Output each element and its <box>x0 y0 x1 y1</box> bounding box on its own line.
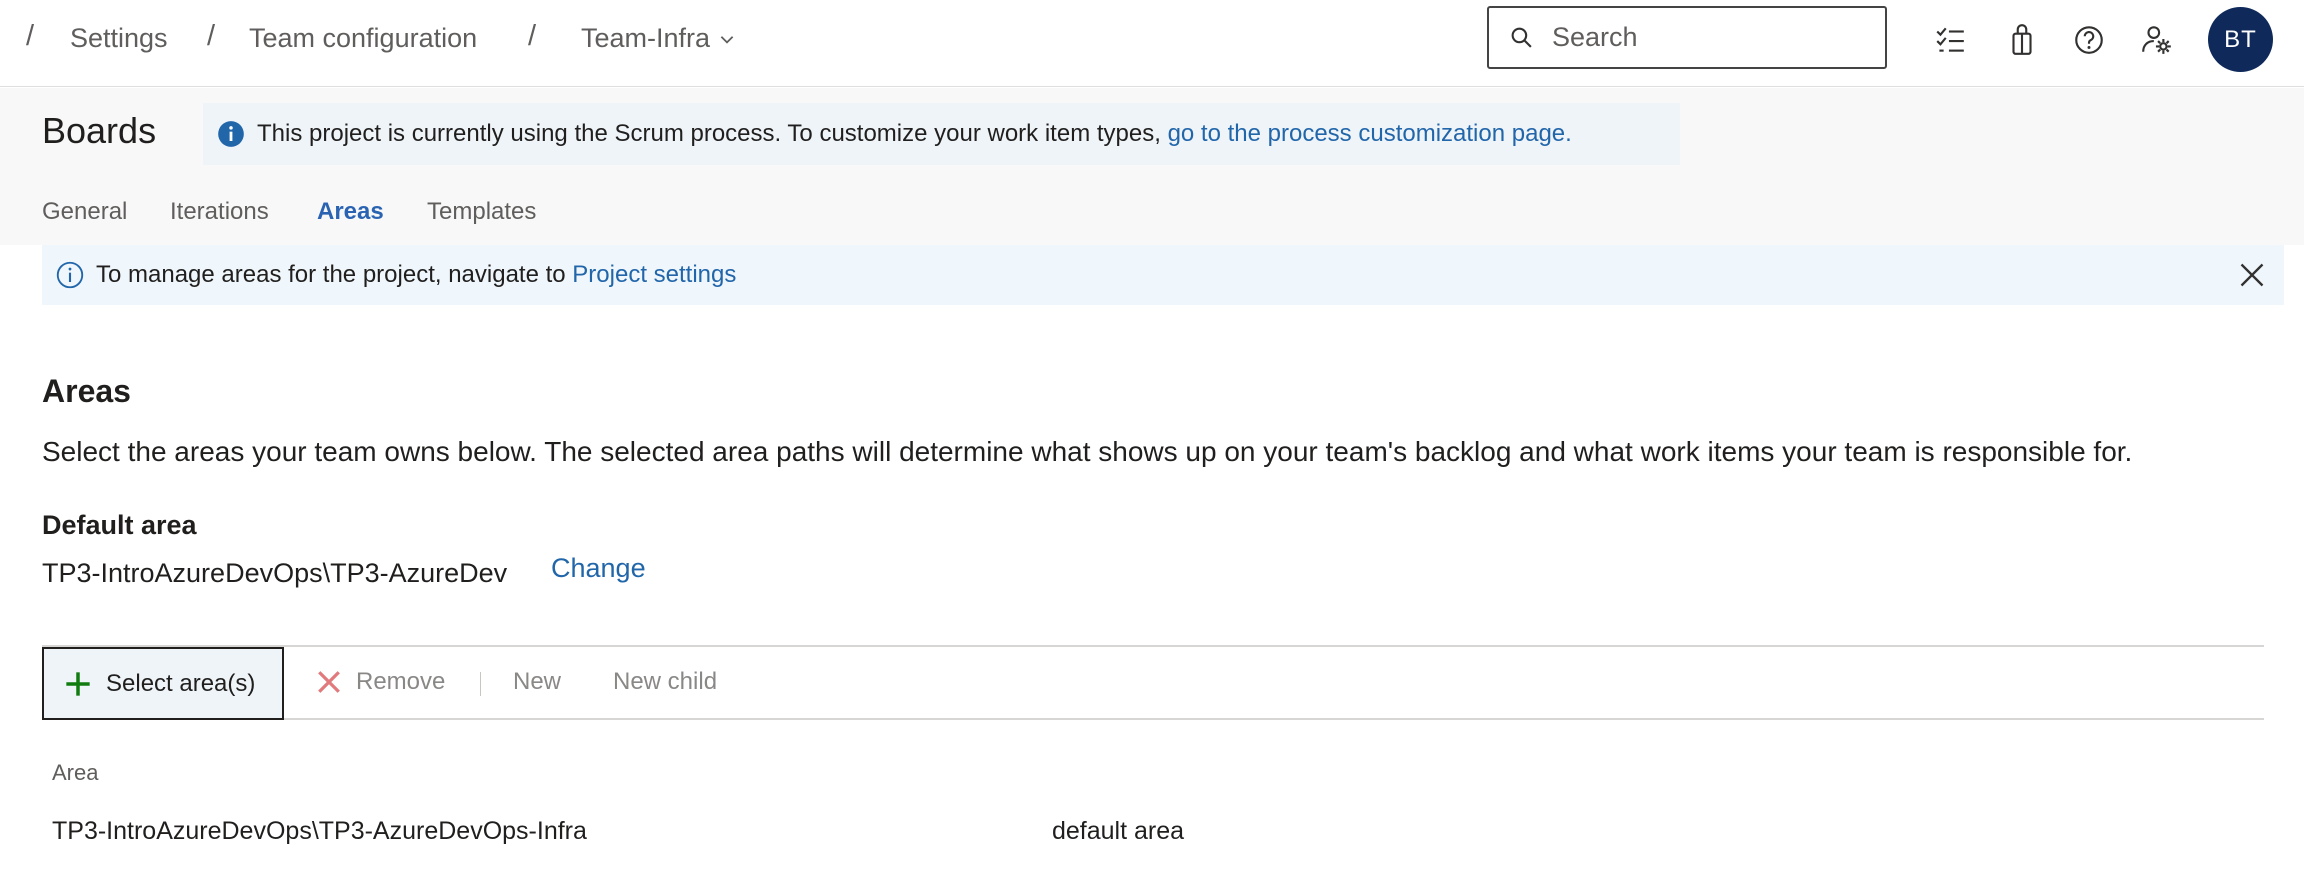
search-input[interactable] <box>1552 22 1872 53</box>
select-areas-button[interactable]: Select area(s) <box>42 647 284 720</box>
tab-areas[interactable]: Areas <box>317 198 384 226</box>
top-bar: / Settings / Team configuration / Team-I… <box>0 0 2304 87</box>
tab-general[interactable]: General <box>42 198 127 226</box>
default-area-value: TP3-IntroAzureDevOps\TP3-AzureDev <box>42 558 508 588</box>
user-settings-icon[interactable] <box>2139 22 2175 58</box>
new-child-button[interactable]: New child <box>613 668 717 696</box>
tab-iterations[interactable]: Iterations <box>170 198 269 226</box>
select-areas-label: Select area(s) <box>106 669 256 697</box>
section-description: Select the areas your team owns below. T… <box>42 436 2133 467</box>
section-title: Areas <box>42 373 131 409</box>
tab-templates[interactable]: Templates <box>427 198 536 226</box>
remove-button[interactable]: Remove <box>316 668 445 696</box>
info-icon <box>218 121 244 147</box>
breadcrumb-team-dropdown[interactable]: Team-Infra <box>581 23 736 54</box>
search-box[interactable] <box>1487 6 1887 69</box>
breadcrumb-separator: / <box>528 20 537 52</box>
info-bar-text: To manage areas for the project, navigat… <box>96 261 566 288</box>
table-row-default-note: default area <box>1052 817 1185 845</box>
remove-label: Remove <box>356 668 446 695</box>
page-title: Boards <box>42 110 157 151</box>
new-child-label: New child <box>613 668 718 695</box>
process-banner: This project is currently using the Scru… <box>203 103 1680 165</box>
info-bar: To manage areas for the project, navigat… <box>42 245 2284 305</box>
column-header-area: Area <box>52 760 99 785</box>
process-banner-text: This project is currently using the Scru… <box>257 120 1161 147</box>
breadcrumb-team-label: Team-Infra <box>581 23 711 53</box>
info-icon <box>56 261 84 289</box>
remove-icon <box>318 671 340 693</box>
chevron-down-icon <box>720 35 734 44</box>
checklist-icon[interactable] <box>1932 22 1968 58</box>
default-area-label: Default area <box>42 510 197 540</box>
search-icon <box>1511 27 1532 48</box>
help-icon[interactable] <box>2071 22 2107 58</box>
shopping-bag-icon[interactable] <box>2004 22 2040 58</box>
change-link[interactable]: Change <box>551 553 646 584</box>
close-icon[interactable] <box>2238 261 2266 289</box>
project-settings-link[interactable]: Project settings <box>572 261 736 289</box>
toolbar-divider <box>480 672 481 696</box>
breadcrumb-separator: / <box>26 20 35 52</box>
plus-icon <box>66 671 90 696</box>
breadcrumb-separator: / <box>207 20 216 52</box>
breadcrumb-team-configuration[interactable]: Team configuration <box>249 23 477 54</box>
process-customization-link[interactable]: go to the process customization page. <box>1168 120 1572 148</box>
table-row-area-path[interactable]: TP3-IntroAzureDevOps\TP3-AzureDevOps-Inf… <box>52 817 587 846</box>
avatar[interactable]: BT <box>2208 7 2273 72</box>
new-button[interactable]: New <box>513 668 561 696</box>
new-label: New <box>513 668 562 695</box>
breadcrumb-settings[interactable]: Settings <box>70 23 168 54</box>
